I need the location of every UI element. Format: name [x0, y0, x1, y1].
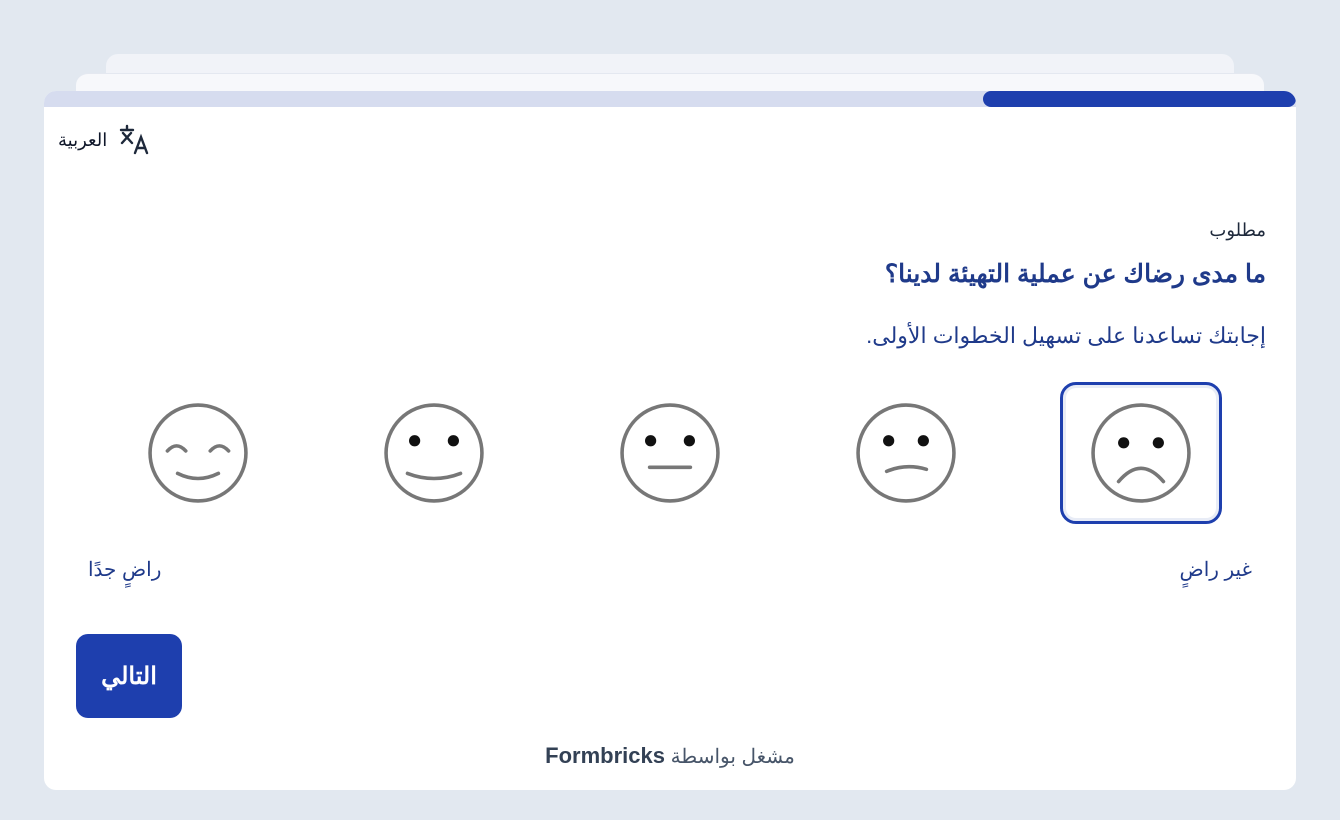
rating-option-2[interactable]: [825, 382, 987, 524]
slightly-smiling-face-icon: [384, 403, 484, 503]
frowning-face-icon: [1091, 403, 1191, 503]
rating-low-label: غير راضٍ: [1179, 559, 1252, 581]
rating-scale: غير راضٍ راضٍ جدًا: [44, 91, 1296, 790]
rating-high-label: راضٍ جدًا: [88, 559, 162, 581]
slightly-frowning-face-icon: [856, 403, 956, 503]
rating-option-3[interactable]: [589, 382, 751, 524]
smiling-eyes-face-icon: [148, 403, 248, 503]
neutral-face-icon: [620, 403, 720, 503]
survey-card: العربية مطلوب ما مدى رضاك عن عملية التهي…: [44, 91, 1296, 790]
rating-option-4[interactable]: [353, 382, 515, 524]
powered-by-footer[interactable]: مشغل بواسطة Formbricks: [44, 743, 1296, 769]
footer-prefix: مشغل بواسطة: [670, 746, 795, 768]
footer-brand: Formbricks: [545, 743, 665, 768]
rating-option-5[interactable]: [117, 382, 279, 524]
rating-option-1[interactable]: [1060, 382, 1222, 524]
next-button[interactable]: التالي: [76, 634, 182, 718]
